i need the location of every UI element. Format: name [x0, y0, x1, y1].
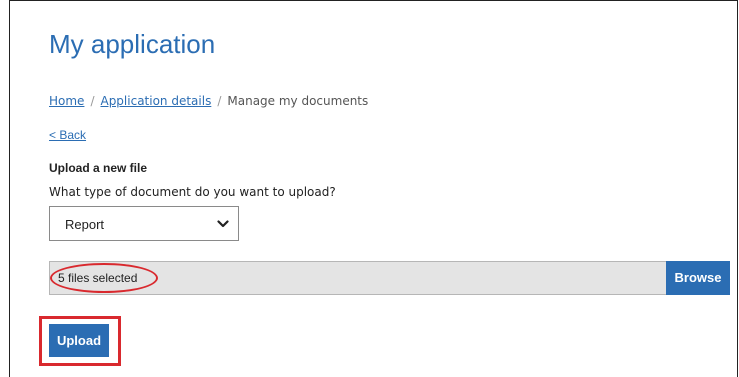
highlight-oval [50, 263, 158, 293]
breadcrumb: Home / Application details / Manage my docum… [49, 94, 368, 108]
breadcrumb-link-home[interactable]: Home [49, 94, 84, 108]
upload-section-title: Upload a new file [49, 161, 148, 175]
document-type-select[interactable]: Report [49, 206, 239, 241]
file-upload-field[interactable]: 5 files selected Browse [49, 261, 730, 295]
back-link[interactable]: < Back [49, 128, 86, 142]
breadcrumb-current: Manage my documents [227, 94, 369, 108]
chevron-down-icon [217, 220, 229, 228]
document-type-selected: Report [65, 217, 105, 232]
breadcrumb-link-application-details[interactable]: Application details [100, 94, 211, 108]
page-frame: My application Home / Application details /… [9, 0, 738, 377]
upload-button[interactable]: Upload [49, 324, 109, 357]
breadcrumb-separator: / [217, 94, 222, 108]
browse-button[interactable]: Browse [666, 261, 730, 295]
breadcrumb-separator: / [90, 94, 95, 108]
document-type-label: What type of document do you want to upl… [49, 185, 336, 199]
page-title: My application [49, 29, 216, 59]
